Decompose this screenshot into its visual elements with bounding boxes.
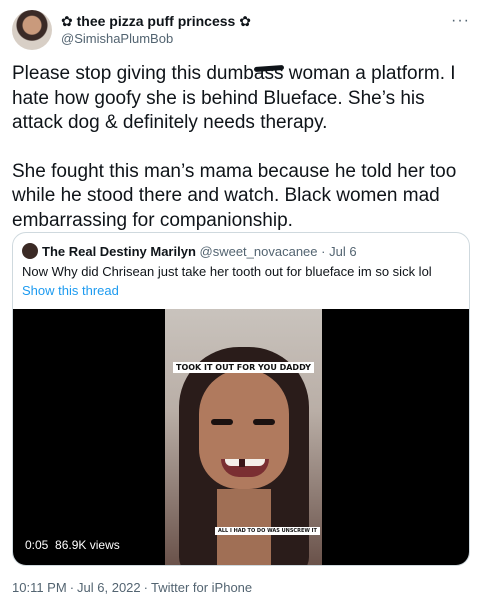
quoted-tweet[interactable]: The Real Destiny Marilyn @sweet_novacane… [12, 232, 470, 566]
video-teeth [225, 459, 265, 466]
footer-separator: · [143, 580, 148, 595]
video-tooth-gap [239, 459, 245, 467]
quoted-tweet-header: The Real Destiny Marilyn @sweet_novacane… [22, 243, 357, 260]
show-thread-link[interactable]: Show this thread [22, 283, 119, 298]
author-display-name[interactable]: ✿ thee pizza puff princess ✿ [61, 12, 251, 30]
tweet-source[interactable]: Twitter for iPhone [151, 580, 252, 595]
tweet-paragraph-2: She fought this man’s mama because he to… [12, 160, 457, 231]
author-handle[interactable]: @SimishaPlumBob [61, 30, 251, 48]
tweet-time[interactable]: 10:11 PM [12, 580, 67, 595]
quoted-author-avatar [22, 243, 38, 259]
video-views: 86.9K views [55, 538, 120, 552]
quoted-separator: · [321, 244, 326, 259]
video-caption-top: TOOK IT OUT FOR YOU DADDY [173, 362, 314, 373]
video-eye-right [253, 419, 275, 425]
video-player[interactable]: TOOK IT OUT FOR YOU DADDY ALL I HAD TO D… [13, 309, 469, 565]
quoted-tweet-text: Now Why did Chrisean just take her tooth… [22, 264, 432, 279]
tweet-header: ✿ thee pizza puff princess ✿ @SimishaPlu… [12, 10, 472, 50]
tweet-footer: 10:11 PM · Jul 6, 2022 · Twitter for iPhone [12, 580, 252, 595]
footer-separator: · [69, 580, 75, 595]
video-eye-left [211, 419, 233, 425]
tweet-paragraph-1: Please stop giving this dumbass woman a … [12, 62, 472, 136]
quoted-author-name: The Real Destiny Marilyn [42, 244, 196, 259]
video-caption-bottom: ALL I HAD TO DO WAS UNSCREW IT [215, 527, 320, 535]
video-frame: TOOK IT OUT FOR YOU DADDY ALL I HAD TO D… [165, 309, 322, 565]
tweet-text: Please stop giving this dumbass woman a … [12, 62, 472, 257]
more-options-icon[interactable]: ··· [451, 12, 470, 30]
scribbled-word: ass [253, 63, 284, 84]
author-avatar[interactable] [12, 10, 52, 50]
video-time: 0:05 [25, 538, 49, 552]
quoted-author-handle: @sweet_novacanee [199, 244, 318, 259]
author-names: ✿ thee pizza puff princess ✿ @SimishaPlu… [61, 12, 251, 48]
quoted-date: Jul 6 [329, 244, 357, 259]
tweet-date[interactable]: Jul 6, 2022 [77, 580, 141, 595]
video-stats: 0:05 86.9K views [25, 538, 120, 552]
tweet-text-part: Please stop giving this dumb [12, 63, 254, 84]
